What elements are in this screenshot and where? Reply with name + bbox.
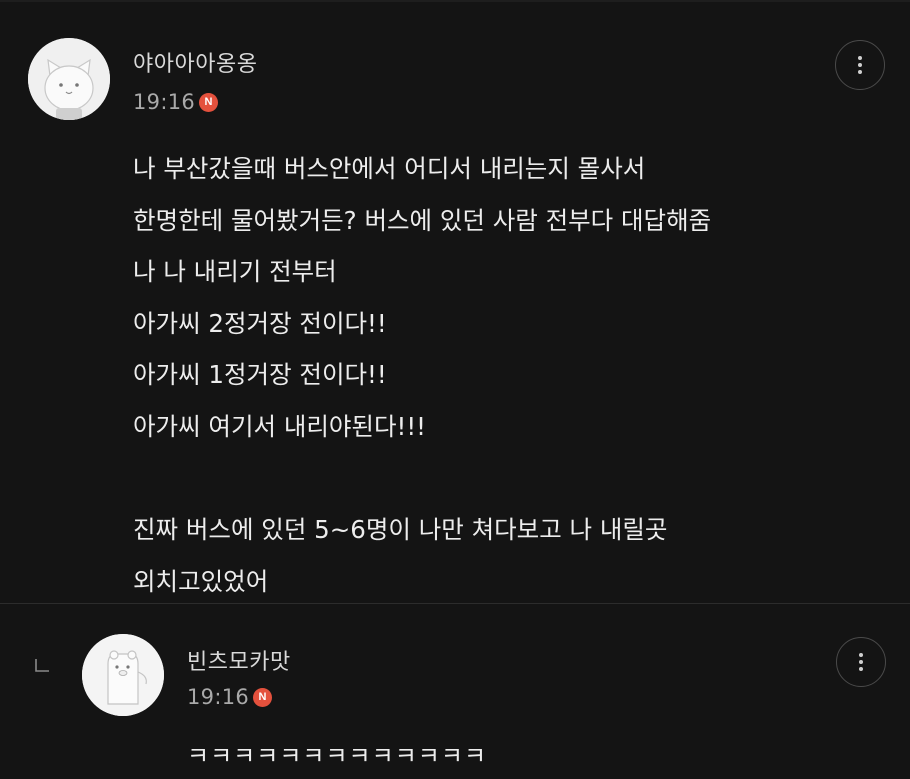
comment-line: 나 부산갔을때 버스안에서 어디서 내리는지 몰사서 bbox=[133, 154, 646, 183]
new-badge-icon: N bbox=[253, 687, 273, 707]
avatar[interactable] bbox=[28, 38, 110, 120]
more-vertical-icon bbox=[859, 652, 863, 673]
cat-avatar-icon bbox=[28, 38, 110, 120]
comment-line: 한명한테 물어봤거든? 버스에 있던 사람 전부다 대답해줌 bbox=[133, 205, 712, 235]
comment-line: 아가씨 2정거장 전이다!! bbox=[133, 308, 387, 338]
comment-meta: 19:16 N bbox=[187, 685, 273, 709]
nickname[interactable]: 야아아아옹옹 bbox=[133, 46, 257, 78]
more-options-button[interactable] bbox=[836, 637, 886, 687]
comment-line-blank bbox=[133, 453, 873, 505]
comment-meta: 19:16 N bbox=[133, 90, 219, 114]
nickname[interactable]: 빈츠모카맛 bbox=[187, 644, 291, 676]
comment-line: 아가씨 1정거장 전이다!! bbox=[133, 360, 387, 390]
comment-line: 진짜 버스에 있던 5~6명이 나만 쳐다보고 나 내릴곳 bbox=[133, 515, 668, 545]
comment-line: 외치고있었어 bbox=[133, 566, 269, 596]
avatar[interactable] bbox=[82, 634, 164, 716]
reply-arrow-icon bbox=[35, 659, 49, 672]
comment-body: 나 부산갔을때 버스안에서 어디서 내리는지 몰사서 한명한테 물어봤거든? 버… bbox=[133, 143, 873, 607]
more-options-button[interactable] bbox=[835, 40, 885, 90]
more-vertical-icon bbox=[858, 55, 862, 76]
comment-line: 나 나 내리기 전부터 bbox=[133, 257, 337, 287]
timestamp: 19:16 bbox=[187, 685, 250, 709]
new-badge-icon: N bbox=[199, 92, 219, 112]
timestamp: 19:16 bbox=[133, 90, 196, 114]
bear-avatar-icon bbox=[82, 634, 164, 716]
comment-body: ㅋㅋㅋㅋㅋㅋㅋㅋㅋㅋㅋㅋㅋ bbox=[187, 742, 488, 770]
comment-line: 아가씨 여기서 내리야된다!!! bbox=[133, 411, 426, 441]
